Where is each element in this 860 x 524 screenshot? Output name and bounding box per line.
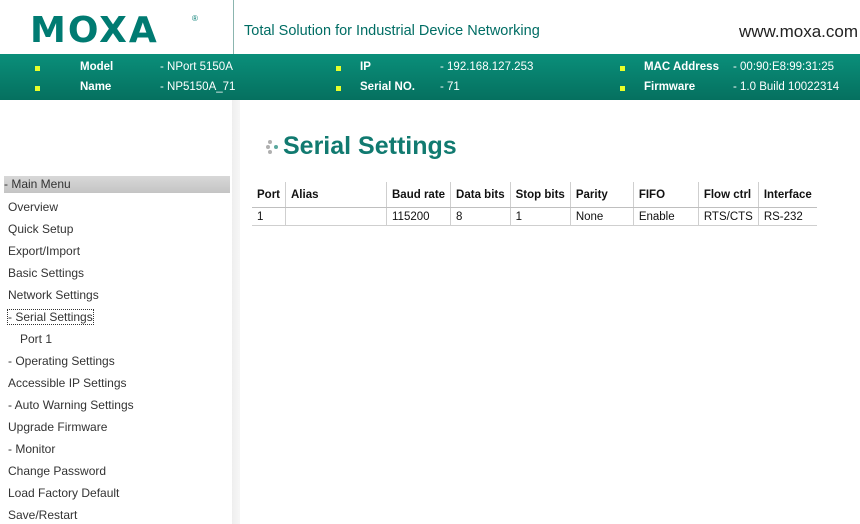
moxa-logo: MOXA bbox=[30, 10, 159, 51]
bullet-icon bbox=[620, 66, 625, 71]
menu-item-serial-settings[interactable]: - Serial Settings bbox=[7, 309, 94, 325]
column-header-interface: Interface bbox=[757, 182, 817, 208]
menu-item-overview[interactable]: Overview bbox=[8, 200, 58, 214]
title-dots-icon bbox=[266, 140, 280, 154]
tagline: Total Solution for Industrial Device Net… bbox=[244, 23, 540, 39]
column-header-parity: Parity bbox=[569, 182, 634, 208]
cell-flow-ctrl: RTS/CTS bbox=[697, 207, 759, 226]
column-header-baud-rate: Baud rate bbox=[385, 182, 451, 208]
name-label: Name bbox=[80, 81, 112, 93]
cell-interface: RS-232 bbox=[757, 207, 817, 226]
bullet-icon bbox=[35, 66, 40, 71]
page-title: Serial Settings bbox=[283, 132, 457, 160]
serial-no-label: Serial NO. bbox=[360, 81, 415, 93]
table-row: 1 115200 8 1 None Enable RTS/CTS RS-232 bbox=[252, 207, 817, 226]
serial-settings-table: Port Alias Baud rate Data bits Stop bits… bbox=[252, 182, 817, 226]
menu-item-auto-warning-settings[interactable]: - Auto Warning Settings bbox=[8, 398, 134, 412]
menu-item-accessible-ip-settings[interactable]: Accessible IP Settings bbox=[8, 376, 127, 390]
sidebar-border bbox=[232, 100, 240, 524]
menu-item-basic-settings[interactable]: Basic Settings bbox=[8, 266, 84, 280]
menu-item-network-settings[interactable]: Network Settings bbox=[8, 288, 99, 302]
menu-item-quick-setup[interactable]: Quick Setup bbox=[8, 222, 73, 236]
menu-item-upgrade-firmware[interactable]: Upgrade Firmware bbox=[8, 420, 107, 434]
menu-item-port-1[interactable]: Port 1 bbox=[20, 332, 52, 346]
column-header-stop-bits: Stop bits bbox=[509, 182, 571, 208]
menu-item-operating-settings[interactable]: - Operating Settings bbox=[8, 354, 115, 368]
main-menu-header[interactable]: - Main Menu bbox=[4, 176, 230, 193]
column-header-port: Port bbox=[252, 182, 286, 208]
ip-value: - 192.168.127.253 bbox=[440, 61, 534, 73]
column-header-data-bits: Data bits bbox=[450, 182, 511, 208]
firmware-label: Firmware bbox=[644, 81, 696, 93]
bullet-icon bbox=[620, 86, 625, 91]
column-header-alias: Alias bbox=[285, 182, 387, 208]
model-label: Model bbox=[80, 61, 114, 73]
mac-address-label: MAC Address bbox=[644, 61, 719, 73]
mac-address-value: - 00:90:E8:99:31:25 bbox=[733, 61, 835, 73]
bullet-icon bbox=[35, 86, 40, 91]
menu-item-load-factory-default[interactable]: Load Factory Default bbox=[8, 486, 119, 500]
cell-data-bits: 8 bbox=[450, 207, 511, 226]
model-value: - NPort 5150A bbox=[160, 61, 233, 73]
name-value: - NP5150A_71 bbox=[160, 81, 236, 93]
cell-parity: None bbox=[569, 207, 634, 226]
top-header: MOXA ® Total Solution for Industrial Dev… bbox=[0, 0, 860, 54]
bullet-icon bbox=[336, 66, 341, 71]
cell-port: 1 bbox=[252, 207, 286, 226]
device-info-bar: Model - NPort 5150A Name - NP5150A_71 IP… bbox=[0, 54, 860, 100]
menu-item-change-password[interactable]: Change Password bbox=[8, 464, 106, 478]
registered-mark: ® bbox=[192, 14, 198, 23]
website-url: www.moxa.com bbox=[738, 22, 858, 41]
cell-alias bbox=[285, 207, 387, 226]
menu-item-save-restart[interactable]: Save/Restart bbox=[8, 508, 77, 522]
cell-fifo: Enable bbox=[632, 207, 699, 226]
serial-no-value: - 71 bbox=[440, 81, 460, 93]
ip-label: IP bbox=[360, 61, 371, 73]
menu-item-export-import[interactable]: Export/Import bbox=[8, 244, 80, 258]
cell-baud-rate: 115200 bbox=[385, 207, 451, 226]
column-header-fifo: FIFO bbox=[632, 182, 699, 208]
menu-item-monitor[interactable]: - Monitor bbox=[8, 442, 55, 456]
table-header-row: Port Alias Baud rate Data bits Stop bits… bbox=[252, 182, 817, 208]
firmware-value: - 1.0 Build 10022314 bbox=[733, 81, 840, 93]
cell-stop-bits: 1 bbox=[509, 207, 571, 226]
column-header-flow-ctrl: Flow ctrl bbox=[697, 182, 759, 208]
bullet-icon bbox=[336, 86, 341, 91]
header-divider bbox=[233, 0, 234, 54]
